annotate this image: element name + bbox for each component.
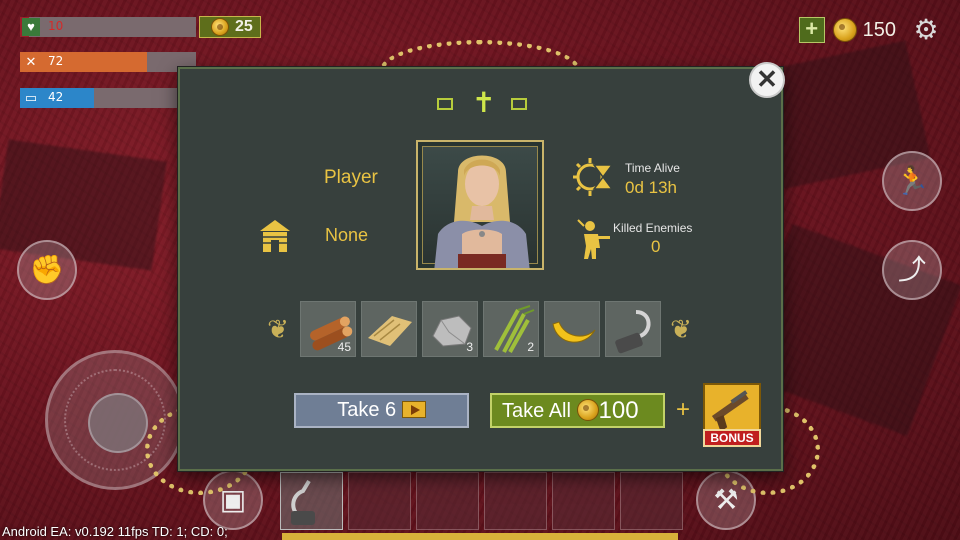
time-alive-label: Time Alive: [625, 161, 680, 175]
hunger-bar: ✕ 72: [20, 52, 196, 72]
grave-icon: ✝: [437, 88, 527, 124]
gold-coin-icon: [832, 18, 857, 42]
bonus-item-button[interactable]: BONUS: [703, 383, 761, 447]
fork-knife-icon: ✕: [25, 54, 37, 69]
hotbar-slot[interactable]: [552, 472, 615, 530]
item-count: 45: [337, 340, 351, 354]
banana-icon: [552, 321, 596, 343]
time-alive-value: 0d 13h: [625, 178, 677, 197]
loot-slot[interactable]: [361, 301, 417, 357]
debug-info-text: Android EA: v0.192 11fps TD: 1; CD: 0;: [2, 524, 228, 539]
fist-icon: ✊: [29, 254, 65, 285]
health-value: 10: [48, 19, 64, 33]
gold-value: 150: [862, 18, 896, 41]
loot-slot[interactable]: 2: [483, 301, 539, 357]
ornament-left-icon: ❦: [267, 314, 289, 344]
loot-slot[interactable]: [544, 301, 600, 357]
take-all-button[interactable]: Take All 100: [490, 393, 665, 428]
take-all-price: 100: [598, 397, 639, 424]
hotbar-slot[interactable]: [348, 472, 411, 530]
hotbar: [280, 472, 683, 530]
killed-enemies-label: Killed Enemies: [613, 221, 693, 235]
running-man-icon: 🏃: [894, 165, 930, 196]
pistol-icon: [711, 390, 749, 432]
hotbar-slot[interactable]: [484, 472, 547, 530]
heart-icon: ♥: [22, 18, 40, 36]
thirst-bar: ▭ 42: [20, 88, 196, 108]
cloth-icon: [368, 316, 412, 346]
hook-icon: [291, 479, 315, 525]
take-button[interactable]: Take 6: [294, 393, 469, 428]
cup-icon: ▭: [24, 90, 38, 105]
loot-slot[interactable]: 3: [422, 301, 478, 357]
hook-icon: [615, 310, 651, 354]
gear-icon[interactable]: ⚙: [912, 16, 940, 44]
killed-enemies-value: 0: [651, 237, 661, 256]
loot-slot[interactable]: [605, 301, 661, 357]
house-value: None: [325, 225, 369, 245]
tools-icon: ⚒: [713, 484, 739, 515]
buy-gold-button[interactable]: +: [798, 17, 825, 43]
item-count: 2: [527, 340, 534, 354]
health-bar: ♥ 10: [20, 17, 196, 37]
hotbar-slot[interactable]: [280, 472, 343, 530]
player-portrait: [416, 140, 544, 270]
hotbar-slot[interactable]: [620, 472, 683, 530]
gold-panel: + 150 ⚙: [798, 16, 940, 44]
player-name: Player: [324, 167, 378, 188]
take-all-label: Take All: [502, 400, 571, 422]
close-button[interactable]: ✕: [749, 62, 785, 98]
jumping-man-icon: ⤴: [897, 254, 926, 285]
loot-items: 45 3 2: [300, 301, 661, 357]
tickets-value: 25: [235, 18, 253, 35]
punch-button[interactable]: ✊: [17, 240, 77, 300]
plus-sign: +: [676, 396, 691, 423]
bonus-label: BONUS: [703, 429, 761, 447]
video-ticket-icon: [401, 401, 426, 418]
coin-icon: [576, 399, 599, 421]
close-icon: ✕: [756, 64, 778, 94]
loot-slot[interactable]: 45: [300, 301, 356, 357]
thirst-value: 42: [48, 90, 64, 104]
hourglass-sun-icon: [573, 158, 614, 196]
ornament-right-icon: ❦: [670, 314, 692, 344]
hunger-value: 72: [48, 54, 64, 68]
sprint-button[interactable]: 🏃: [882, 151, 942, 211]
house-icon: [260, 220, 290, 252]
joystick-knob[interactable]: [88, 393, 148, 453]
item-count: 3: [466, 340, 473, 354]
hotbar-durability-bar: [282, 533, 678, 540]
take-button-label: Take 6: [337, 399, 397, 421]
coin-icon: [211, 18, 229, 36]
tickets-counter: 25: [199, 16, 261, 38]
character-avatar: [434, 155, 530, 268]
soldier-icon: [577, 219, 610, 259]
hotbar-slot[interactable]: [416, 472, 479, 530]
jump-button[interactable]: ⤴: [882, 240, 942, 300]
